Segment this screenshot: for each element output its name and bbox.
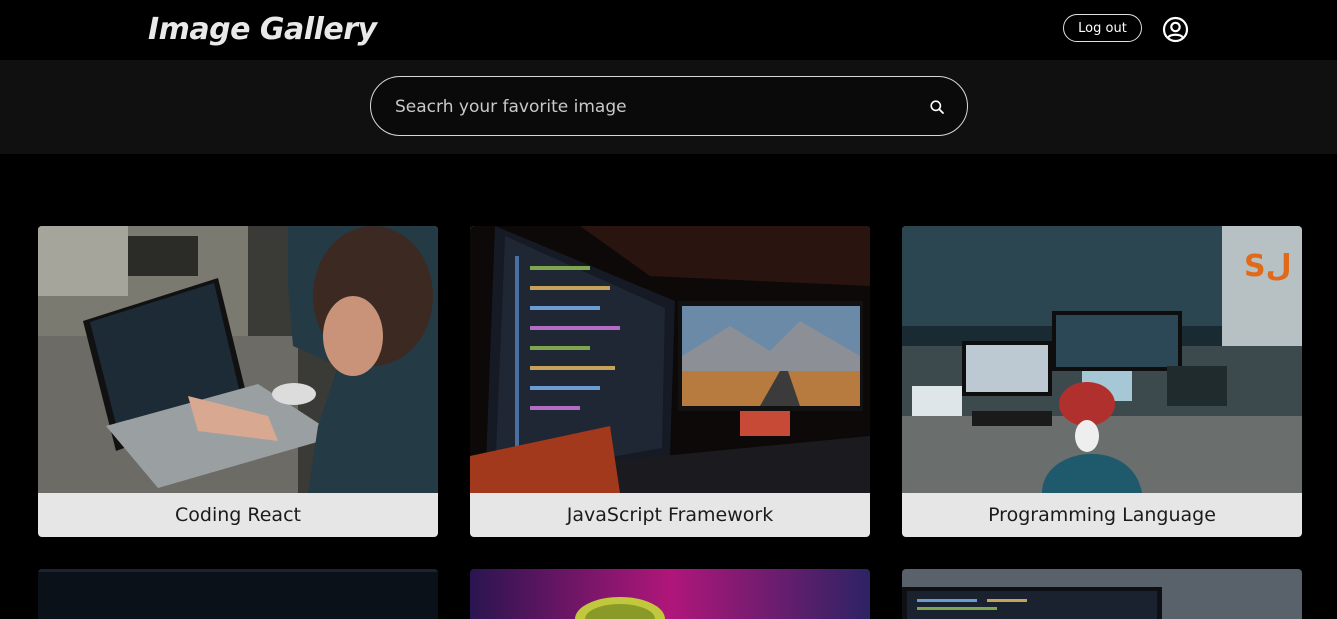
logout-button[interactable]: Log out: [1063, 14, 1142, 42]
gallery-image[interactable]: [38, 226, 438, 493]
gallery-image[interactable]: [38, 569, 438, 619]
gallery-card-partial[interactable]: [902, 569, 1302, 619]
gallery-image[interactable]: [902, 569, 1302, 619]
top-nav: Image Gallery Log out: [0, 0, 1337, 60]
gallery-image[interactable]: Sل: [902, 226, 1302, 493]
search-input[interactable]: [393, 77, 917, 137]
gallery-card[interactable]: JavaScript Framework: [470, 226, 870, 537]
search-section: [0, 60, 1337, 154]
card-title: JavaScript Framework: [566, 504, 774, 526]
card-title: Coding React: [175, 504, 301, 526]
gallery-card[interactable]: Sل Programming Language: [902, 226, 1302, 537]
search-box: [370, 76, 968, 137]
app-title: Image Gallery: [148, 12, 377, 47]
gallery-card[interactable]: Coding React: [38, 226, 438, 537]
card-title: Programming Language: [988, 504, 1216, 526]
gallery-image[interactable]: [470, 569, 870, 619]
gallery-card-partial[interactable]: [470, 569, 870, 619]
gallery-card-partial[interactable]: [38, 569, 438, 619]
search-icon[interactable]: [929, 99, 945, 115]
svg-text:Sل: Sل: [1244, 249, 1292, 284]
gallery-image[interactable]: [470, 226, 870, 493]
user-circle-icon[interactable]: [1162, 16, 1189, 43]
